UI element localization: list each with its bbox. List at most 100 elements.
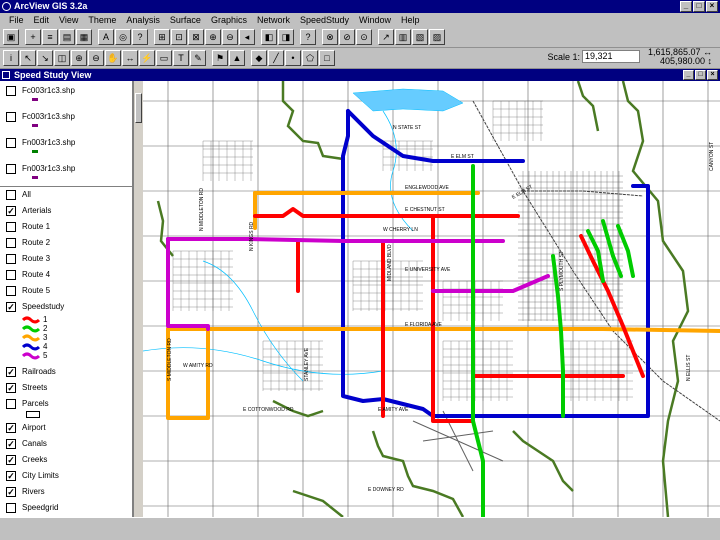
save-button[interactable]: ▣ [3,29,19,45]
theme-checkbox[interactable] [6,237,16,248]
menu-help[interactable]: Help [396,13,425,27]
select-graphics-button[interactable]: ◧ [261,29,277,45]
vertex-edit-tool[interactable]: ↘ [37,50,53,66]
toc-scroll-thumb[interactable] [135,93,142,123]
network-button-3[interactable]: ⊙ [356,29,372,45]
menu-window[interactable]: Window [354,13,396,27]
network-barrier-tool[interactable]: ▲ [229,50,245,66]
zoom-selected-button[interactable]: ⊠ [188,29,204,45]
zoom-previous-button[interactable]: ◂ [239,29,255,45]
help-button[interactable]: ? [300,29,316,45]
query-builder-button[interactable]: ? [132,29,148,45]
map-display[interactable]: N STATE ST E ELM ST ENGLEWOOD AVE E CHESTNU… [143,81,720,517]
draw-tool[interactable]: ✎ [190,50,206,66]
scale-input[interactable]: 19,321 [582,50,640,63]
theme-checkbox-checked[interactable]: ✓ [6,382,16,393]
theme-checkbox[interactable] [6,189,16,200]
view-maximize-button[interactable]: □ [695,70,706,80]
theme-checkbox[interactable] [6,253,16,264]
toc-theme[interactable]: Fc003r1c3.shp [0,83,132,98]
zoom-out-button[interactable]: ⊖ [222,29,238,45]
area-tool[interactable]: ▭ [156,50,172,66]
toc-theme[interactable]: All [0,187,132,202]
toc-theme[interactable]: Fn003r1c3.shp [0,161,132,176]
network-button-1[interactable]: ⊗ [322,29,338,45]
menu-view[interactable]: View [54,13,83,27]
identify-tool[interactable]: i [3,50,19,66]
view-minimize-button[interactable]: _ [683,70,694,80]
graphic-tool-5[interactable]: □ [319,50,335,66]
toc-theme[interactable]: ✓ Canals [0,436,132,451]
close-button[interactable]: × [706,1,718,12]
zoom-in-tool[interactable]: ⊕ [71,50,87,66]
theme-checkbox-checked[interactable]: ✓ [6,366,16,377]
toc-theme[interactable]: Fc003r1c3.shp [0,109,132,124]
menu-theme[interactable]: Theme [83,13,121,27]
graphic-tool-4[interactable]: ⬠ [302,50,318,66]
toc-theme[interactable]: ✓ Speedstudy [0,299,132,314]
theme-checkbox-checked[interactable]: ✓ [6,470,16,481]
theme-checkbox[interactable] [6,111,16,122]
menu-edit[interactable]: Edit [29,13,55,27]
maximize-button[interactable]: □ [693,1,705,12]
graphic-tool-1[interactable]: ◆ [251,50,267,66]
theme-checkbox[interactable] [6,285,16,296]
select-feature-tool[interactable]: ◫ [54,50,70,66]
zoom-full-button[interactable]: ⊞ [154,29,170,45]
toc-theme[interactable]: ✓ Rivers [0,484,132,499]
graphic-tool-3[interactable]: • [285,50,301,66]
menu-analysis[interactable]: Analysis [121,13,165,27]
speedstudy-button-4[interactable]: ▨ [429,29,445,45]
clear-selected-button[interactable]: ◨ [278,29,294,45]
theme-checkbox[interactable] [6,398,16,409]
locate-button[interactable]: ◎ [115,29,131,45]
menu-file[interactable]: File [4,13,29,27]
zoom-in-button[interactable]: ⊕ [205,29,221,45]
theme-checkbox-checked[interactable]: ✓ [6,301,16,312]
find-button[interactable]: A [98,29,114,45]
toc-theme[interactable]: Route 2 [0,235,132,250]
pan-tool[interactable]: ✋ [105,50,121,66]
zoom-active-button[interactable]: ⊡ [171,29,187,45]
add-theme-button[interactable]: + [25,29,41,45]
theme-checkbox-checked[interactable]: ✓ [6,486,16,497]
toc-theme[interactable]: ✓ Streets [0,380,132,395]
theme-checkbox[interactable] [6,269,16,280]
toc-theme[interactable]: Route 1 [0,219,132,234]
view-close-button[interactable]: × [707,70,718,80]
edit-legend-button[interactable]: ▤ [59,29,75,45]
menu-surface[interactable]: Surface [165,13,206,27]
toc-theme[interactable]: Route 5 [0,283,132,298]
speedstudy-routes-layer[interactable] [166,109,720,517]
toc-theme[interactable]: ✓ Railroads [0,364,132,379]
network-flag-tool[interactable]: ⚑ [212,50,228,66]
toc-theme[interactable]: ✓ Arterials [0,203,132,218]
theme-checkbox[interactable] [6,502,16,513]
theme-checkbox[interactable] [6,163,16,174]
toc-scrollbar[interactable] [133,81,143,517]
toc-theme[interactable]: ✓ Airport [0,420,132,435]
toc-theme[interactable]: Speedgrid [0,500,132,515]
pointer-tool[interactable]: ↖ [20,50,36,66]
speedstudy-button-2[interactable]: ▥ [395,29,411,45]
hotlink-tool[interactable]: ⚡ [139,50,155,66]
theme-checkbox-checked[interactable]: ✓ [6,205,16,216]
speedstudy-button-1[interactable]: ↗ [378,29,394,45]
menu-graphics[interactable]: Graphics [206,13,252,27]
theme-checkbox-checked[interactable]: ✓ [6,454,16,465]
theme-properties-button[interactable]: ≡ [42,29,58,45]
speedstudy-button-3[interactable]: ▧ [412,29,428,45]
menu-network[interactable]: Network [252,13,295,27]
graphic-tool-2[interactable]: ╱ [268,50,284,66]
measure-tool[interactable]: ↔ [122,50,138,66]
theme-checkbox-checked[interactable]: ✓ [6,422,16,433]
toc-theme[interactable]: Parcels [0,396,132,411]
minimize-button[interactable]: _ [680,1,692,12]
theme-checkbox[interactable] [6,137,16,148]
open-table-button[interactable]: ▦ [76,29,92,45]
map-canvas[interactable]: N STATE ST E ELM ST ENGLEWOOD AVE E CHESTNU… [143,81,720,517]
network-button-2[interactable]: ⊘ [339,29,355,45]
toc-theme[interactable]: Route 3 [0,251,132,266]
zoom-out-tool[interactable]: ⊖ [88,50,104,66]
toc-theme[interactable]: Route 4 [0,267,132,282]
